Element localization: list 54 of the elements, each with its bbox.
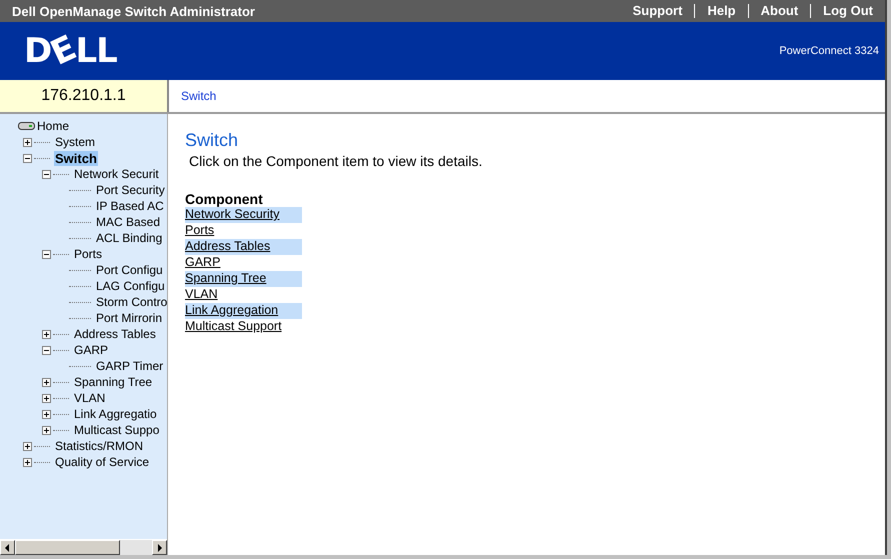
tree-item[interactable]: Link Aggregatio — [73, 407, 158, 421]
left-arrow-icon[interactable] — [5, 544, 10, 552]
tree-item[interactable]: VLAN — [73, 391, 106, 405]
tree-item[interactable]: Address Tables — [73, 327, 157, 341]
header-link[interactable]: Log Out — [810, 4, 885, 18]
tree-item[interactable]: LAG Configu — [95, 279, 166, 293]
tree-item[interactable]: Quality of Service — [54, 455, 150, 469]
tree-item[interactable]: System — [54, 135, 96, 149]
collapse-icon[interactable] — [42, 250, 51, 258]
page-title: Switch — [185, 130, 240, 151]
component-link[interactable]: Ports — [185, 223, 214, 237]
tree-item[interactable]: Spanning Tree — [73, 375, 154, 389]
expand-icon[interactable] — [42, 410, 51, 418]
tree-item[interactable]: Statistics/RMON — [54, 439, 144, 453]
expand-icon[interactable] — [23, 138, 32, 146]
horizontal-scrollbar[interactable] — [0, 539, 167, 555]
component-link[interactable]: GARP — [185, 255, 220, 269]
tree-item[interactable]: ACL Binding — [95, 231, 164, 245]
tree-item[interactable]: Storm Contro — [95, 295, 167, 309]
list-heading: Component — [185, 191, 264, 207]
tree-item[interactable]: IP Based AC — [95, 199, 165, 213]
collapse-icon[interactable] — [42, 346, 51, 354]
tree-item[interactable]: MAC Based — [95, 215, 162, 229]
tree-item[interactable]: Port Security — [95, 183, 166, 197]
tree-item[interactable]: Port Configu — [95, 263, 164, 277]
tree-item[interactable]: Port Mirrorin — [95, 311, 164, 325]
ip-address: 176.210.1.1 — [0, 80, 169, 112]
component-link[interactable]: Multicast Support — [185, 319, 282, 333]
expand-icon[interactable] — [23, 458, 32, 466]
logo: DELL — [24, 31, 117, 71]
expand-icon[interactable] — [42, 330, 51, 338]
instruction-text: Click on the Component item to view its details. — [189, 153, 484, 169]
tree-item[interactable]: Switch — [54, 150, 98, 166]
expand-icon[interactable] — [23, 442, 32, 450]
product-name: PowerConnect 3324 — [779, 45, 879, 57]
right-arrow-icon[interactable] — [157, 544, 162, 552]
tree-item[interactable]: GARP — [73, 343, 110, 357]
expand-icon[interactable] — [42, 378, 51, 386]
tree-item[interactable]: Network Securit — [73, 167, 160, 181]
component-link[interactable]: VLAN — [185, 287, 218, 301]
tree-item[interactable]: Home — [36, 119, 70, 133]
tree-item[interactable]: Multicast Suppo — [73, 423, 160, 437]
expand-icon[interactable] — [42, 394, 51, 402]
header-link[interactable]: Support — [620, 4, 694, 18]
breadcrumb-link[interactable]: Switch — [169, 80, 216, 112]
device-icon — [18, 121, 36, 131]
header-link[interactable]: About — [748, 4, 810, 18]
app-title: Dell OpenManage Switch Administrator — [12, 4, 255, 18]
collapse-icon[interactable] — [42, 170, 51, 178]
tree-item[interactable]: GARP Timer — [95, 359, 164, 373]
header-link[interactable]: Help — [694, 4, 748, 18]
tree-item[interactable]: Ports — [73, 247, 104, 261]
expand-icon[interactable] — [42, 426, 51, 434]
collapse-icon[interactable] — [23, 154, 32, 162]
